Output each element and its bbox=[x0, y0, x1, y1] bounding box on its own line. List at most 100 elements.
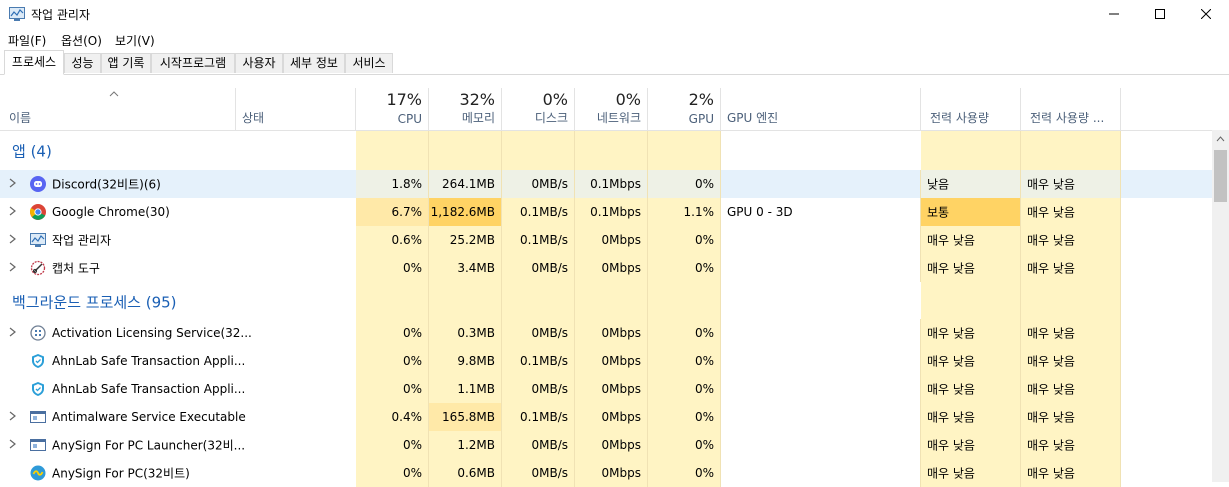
cell-disk-value: 0.1MB/s bbox=[520, 354, 568, 368]
task-manager-app-icon bbox=[9, 7, 25, 21]
maximize-button[interactable] bbox=[1137, 0, 1183, 28]
expand-chevron-icon[interactable] bbox=[9, 261, 16, 275]
cell-disk-value: 0.1MB/s bbox=[520, 205, 568, 219]
cell-net: 0Mbps bbox=[575, 459, 648, 487]
group-cell-cpu bbox=[356, 282, 429, 322]
cell-gpu: 0% bbox=[648, 347, 721, 375]
group-cell-gpu bbox=[648, 131, 721, 171]
cell-power: 매우 낮음 bbox=[921, 459, 1021, 487]
cell-net-value: 0Mbps bbox=[601, 233, 641, 247]
group-header[interactable]: 백그라운드 프로세스 (95) bbox=[0, 282, 1212, 322]
cell-disk: 0.1MB/s bbox=[502, 198, 575, 226]
minimize-button[interactable] bbox=[1091, 0, 1137, 28]
cell-mem: 165.8MB bbox=[429, 403, 502, 431]
column-name[interactable]: 이름 bbox=[0, 88, 236, 130]
cell-net: 0Mbps bbox=[575, 431, 648, 459]
table-row[interactable]: Antimalware Service Executable 0.4% 165.8M… bbox=[0, 403, 1212, 431]
cell-mem-value: 1.2MB bbox=[457, 438, 495, 452]
table-row[interactable]: Google Chrome(30) 6.7% 1,182.6MB 0.1MB/s 0.1… bbox=[0, 198, 1212, 226]
tab-users[interactable]: 사용자 bbox=[235, 53, 283, 73]
expand-chevron-icon[interactable] bbox=[9, 177, 16, 191]
process-name: AnySign For PC(32비트) bbox=[52, 466, 190, 481]
cell-power: 보통 bbox=[921, 198, 1021, 226]
cell-mem: 0.6MB bbox=[429, 459, 502, 487]
tab-processes[interactable]: 프로세스 bbox=[4, 50, 64, 75]
table-row[interactable]: Activation Licensing Service(32... 0% 0.3M… bbox=[0, 319, 1212, 347]
cell-power-trend: 매우 낮음 bbox=[1021, 198, 1121, 226]
cell-mem: 264.1MB bbox=[429, 170, 502, 198]
column-disk[interactable]: 0% 디스크 bbox=[502, 88, 575, 130]
close-button[interactable] bbox=[1183, 0, 1229, 28]
column-gpu-engine[interactable]: GPU 엔진 bbox=[721, 88, 921, 130]
cell-power: 매우 낮음 bbox=[921, 431, 1021, 459]
cell-power-trend: 매우 낮음 bbox=[1021, 319, 1121, 347]
expand-chevron-icon[interactable] bbox=[9, 326, 16, 340]
column-power[interactable]: 전력 사용량 bbox=[921, 88, 1021, 130]
cell-gpu-engine bbox=[721, 170, 921, 198]
group-title: 백그라운드 프로세스 (95) bbox=[12, 293, 177, 312]
tab-performance[interactable]: 성능 bbox=[64, 53, 101, 73]
cell-power-value: 매우 낮음 bbox=[927, 233, 975, 248]
column-power-trend[interactable]: 전력 사용량 ... bbox=[1021, 88, 1121, 130]
cell-power-trend: 매우 낮음 bbox=[1021, 170, 1121, 198]
cell-net: 0.1Mbps bbox=[575, 198, 648, 226]
cell-power-value: 매우 낮음 bbox=[927, 326, 975, 341]
column-cpu[interactable]: 17% CPU bbox=[356, 88, 429, 130]
cell-cpu: 0% bbox=[356, 319, 429, 347]
group-header[interactable]: 앱 (4) bbox=[0, 131, 1212, 171]
cell-power-trend-value: 매우 낮음 bbox=[1027, 205, 1075, 220]
group-cell-mem bbox=[429, 282, 502, 322]
table-row[interactable]: AnySign For PC Launcher(32비... 0% 1.2MB 0MB… bbox=[0, 431, 1212, 459]
cell-power-trend-value: 매우 낮음 bbox=[1027, 382, 1075, 397]
column-network[interactable]: 0% 네트워크 bbox=[575, 88, 648, 130]
tab-services[interactable]: 서비스 bbox=[345, 53, 393, 73]
cell-disk-value: 0MB/s bbox=[531, 438, 568, 452]
menu-options[interactable]: 옵션(O) bbox=[61, 32, 102, 49]
cell-cpu: 6.7% bbox=[356, 198, 429, 226]
cell-power-trend: 매우 낮음 bbox=[1021, 347, 1121, 375]
menu-view[interactable]: 보기(V) bbox=[115, 32, 155, 49]
cell-mem: 3.4MB bbox=[429, 254, 502, 282]
table-row[interactable]: AhnLab Safe Transaction Appli... 0% 1.1MB 0… bbox=[0, 375, 1212, 403]
cell-power-trend-value: 매우 낮음 bbox=[1027, 410, 1075, 425]
tab-startup[interactable]: 시작프로그램 bbox=[151, 53, 235, 73]
table-row[interactable]: 작업 관리자 0.6% 25.2MB 0.1MB/s 0Mbps 0% 매우 낮음 매우 낮음 bbox=[0, 226, 1212, 254]
cell-power: 매우 낮음 bbox=[921, 375, 1021, 403]
column-status[interactable]: 상태 bbox=[236, 88, 356, 130]
expand-chevron-icon[interactable] bbox=[9, 410, 16, 424]
cell-disk: 0MB/s bbox=[502, 170, 575, 198]
expand-chevron-icon[interactable] bbox=[9, 438, 16, 452]
table-row[interactable]: AhnLab Safe Transaction Appli... 0% 9.8MB 0… bbox=[0, 347, 1212, 375]
cell-disk: 0MB/s bbox=[502, 431, 575, 459]
tab-details[interactable]: 세부 정보 bbox=[283, 53, 345, 73]
expand-chevron-icon[interactable] bbox=[9, 233, 16, 247]
cell-gpu: 1.1% bbox=[648, 198, 721, 226]
tab-app-history[interactable]: 앱 기록 bbox=[101, 53, 151, 73]
scrollbar-thumb[interactable] bbox=[1214, 150, 1227, 202]
chrome-icon bbox=[30, 204, 46, 220]
scroll-up-icon bbox=[1216, 136, 1225, 142]
cell-gpu: 0% bbox=[648, 459, 721, 487]
table-row[interactable]: AnySign For PC(32비트) 0% 0.6MB 0MB/s 0Mbps 0% 매… bbox=[0, 459, 1212, 487]
column-memory[interactable]: 32% 메모리 bbox=[429, 88, 502, 130]
cell-net: 0Mbps bbox=[575, 347, 648, 375]
cell-mem: 0.3MB bbox=[429, 319, 502, 347]
process-name: 캡처 도구 bbox=[52, 261, 100, 276]
cell-power-value: 매우 낮음 bbox=[927, 438, 975, 453]
cell-net-value: 0Mbps bbox=[601, 410, 641, 424]
window-title: 작업 관리자 bbox=[31, 8, 91, 22]
cell-cpu: 0.6% bbox=[356, 226, 429, 254]
column-gpu[interactable]: 2% GPU bbox=[648, 88, 721, 130]
cell-net: 0Mbps bbox=[575, 226, 648, 254]
cell-net-value: 0Mbps bbox=[601, 438, 641, 452]
cell-power-trend-value: 매우 낮음 bbox=[1027, 354, 1075, 369]
cell-mem: 1,182.6MB bbox=[429, 198, 502, 226]
table-row[interactable]: 캡처 도구 0% 3.4MB 0MB/s 0Mbps 0% 매우 낮음 매우 낮음 bbox=[0, 254, 1212, 282]
cell-disk-value: 0.1MB/s bbox=[520, 410, 568, 424]
cell-net: 0Mbps bbox=[575, 403, 648, 431]
expand-chevron-icon[interactable] bbox=[9, 205, 16, 219]
table-row[interactable]: Discord(32비트)(6) 1.8% 264.1MB 0MB/s 0.1Mbps 0… bbox=[0, 170, 1212, 198]
process-name: AnySign For PC Launcher(32비... bbox=[52, 438, 246, 453]
menu-file[interactable]: 파일(F) bbox=[8, 32, 46, 49]
vertical-scrollbar[interactable] bbox=[1212, 130, 1229, 482]
